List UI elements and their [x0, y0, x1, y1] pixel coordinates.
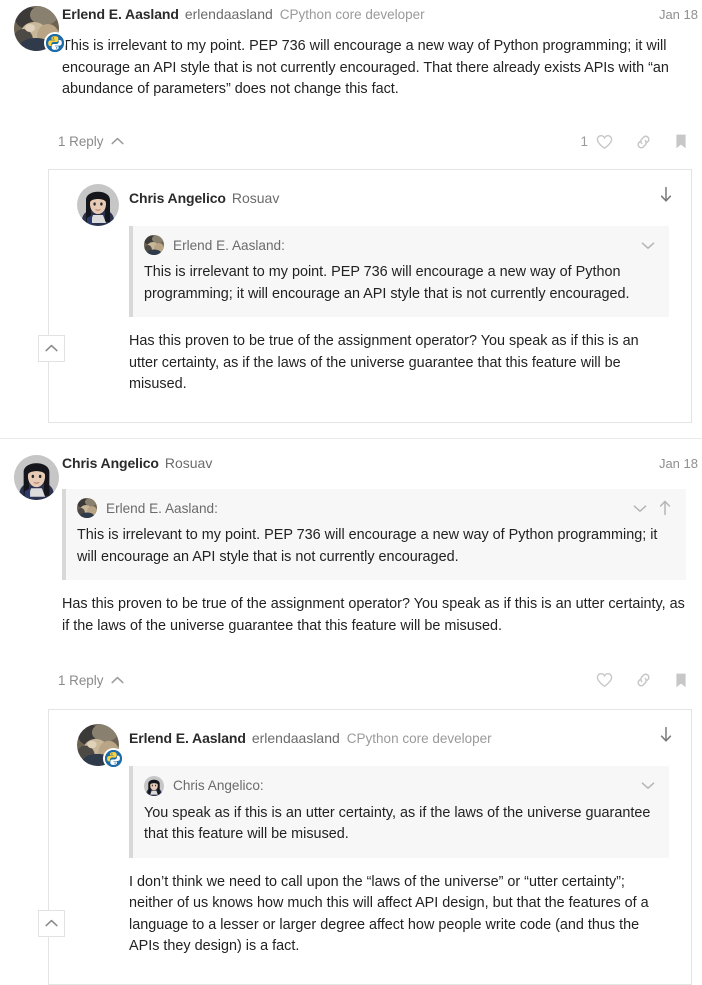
chevron-up-icon — [111, 676, 124, 685]
post-header-row: Chris Angelico Rosuav Jan 18 — [0, 455, 702, 638]
reply-count-toggle[interactable]: 1 Reply — [58, 134, 124, 149]
heart-icon — [596, 672, 613, 688]
avatar-chris-angelico[interactable] — [14, 455, 59, 500]
chevron-up-icon — [45, 344, 58, 353]
reply-count-label: 1 Reply — [58, 134, 103, 149]
quote-author: Erlend E. Aasland: — [106, 498, 218, 520]
post-date[interactable]: Jan 18 — [659, 7, 698, 22]
embedded-reply-wrap: Erlend E. Aasland erlendaasland CPython … — [0, 709, 702, 985]
author-name[interactable]: Erlend E. Aasland — [129, 730, 246, 746]
post-paragraph: Has this proven to be true of the assign… — [62, 594, 686, 637]
post: Chris Angelico Rosuav Jan 18 — [0, 439, 702, 985]
post-actions: 1 Reply 1 — [0, 127, 702, 157]
embedded-author-row: Erlend E. Aasland erlendaasland CPython … — [49, 726, 691, 748]
quote-block: Chris Angelico: You speak as if this is … — [129, 766, 669, 858]
author-name[interactable]: Erlend E. Aasland — [62, 6, 179, 22]
author-username[interactable]: erlendaasland — [185, 6, 273, 22]
author-name[interactable]: Chris Angelico — [129, 190, 226, 206]
chevron-up-icon — [45, 919, 58, 928]
quote-text: This is irrelevant to my point. PEP 736 … — [133, 260, 669, 317]
embedded-reply-panel: Erlend E. Aasland erlendaasland CPython … — [48, 709, 692, 985]
quote-text: This is irrelevant to my point. PEP 736 … — [66, 523, 686, 580]
post-body: This is irrelevant to my point. PEP 736 … — [0, 28, 702, 101]
heart-icon — [596, 134, 613, 150]
post-date[interactable]: Jan 18 — [659, 456, 698, 471]
embedded-reply-wrap: Chris Angelico Rosuav — [0, 169, 702, 423]
post: Erlend E. Aasland erlendaasland CPython … — [0, 0, 702, 423]
post-author-row: Erlend E. Aasland erlendaasland CPython … — [0, 6, 702, 28]
arrow-down-icon[interactable] — [659, 726, 673, 743]
author-title: CPython core developer — [347, 731, 492, 746]
quote-block: Erlend E. Aasland: This is irrelevant to… — [129, 226, 669, 318]
author-title: CPython core developer — [280, 7, 425, 22]
link-button[interactable] — [635, 134, 652, 150]
link-button[interactable] — [635, 672, 652, 688]
quote-controls — [641, 241, 659, 250]
author-username[interactable]: erlendaasland — [252, 730, 340, 746]
bookmark-icon — [674, 672, 688, 689]
embedded-author-row: Chris Angelico Rosuav — [49, 186, 691, 208]
collapse-reply-button[interactable] — [38, 335, 65, 362]
author-username[interactable]: Rosuav — [165, 455, 212, 471]
quote-author: Chris Angelico: — [173, 775, 264, 797]
embedded-reply-panel: Chris Angelico Rosuav — [48, 169, 692, 423]
like-count: 1 — [581, 134, 588, 149]
arrow-down-icon[interactable] — [659, 186, 673, 203]
arrow-up-icon[interactable] — [658, 500, 672, 516]
post-action-icons — [588, 672, 688, 689]
author-name[interactable]: Chris Angelico — [62, 455, 159, 471]
like-button[interactable]: 1 — [581, 134, 613, 150]
quote-block: Erlend E. Aasland: This is irrelevant to… — [62, 489, 686, 581]
quote-controls — [641, 781, 659, 790]
bookmark-icon — [674, 133, 688, 150]
python-logo-badge — [44, 32, 66, 54]
avatar-chris-angelico[interactable] — [144, 776, 164, 796]
chevron-down-icon[interactable] — [641, 781, 655, 790]
chevron-down-icon[interactable] — [641, 241, 655, 250]
chevron-down-icon[interactable] — [633, 504, 647, 513]
avatar-erlend-aasland[interactable] — [144, 235, 164, 255]
quote-text: You speak as if this is an utter certain… — [133, 801, 669, 858]
python-logo-badge — [103, 748, 124, 769]
quote-header: Erlend E. Aasland: — [66, 489, 686, 524]
bookmark-button[interactable] — [674, 133, 688, 150]
post-action-icons: 1 — [581, 133, 688, 150]
avatar-chris-angelico[interactable] — [77, 184, 119, 226]
reply-count-toggle[interactable]: 1 Reply — [58, 673, 124, 688]
quote-controls — [633, 500, 676, 516]
link-icon — [635, 134, 652, 150]
bookmark-button[interactable] — [674, 672, 688, 689]
link-icon — [635, 672, 652, 688]
post-header-row: Erlend E. Aasland erlendaasland CPython … — [0, 6, 702, 101]
quote-header: Chris Angelico: — [133, 766, 669, 801]
quote-header: Erlend E. Aasland: — [133, 226, 669, 261]
post-body: Erlend E. Aasland: This is irrelevant to… — [0, 477, 702, 638]
chevron-up-icon — [111, 137, 124, 146]
post-author-row: Chris Angelico Rosuav Jan 18 — [0, 455, 702, 477]
embedded-paragraph: Has this proven to be true of the assign… — [129, 331, 669, 396]
embedded-body: Erlend E. Aasland: This is irrelevant to… — [49, 208, 691, 396]
embedded-body: Chris Angelico: You speak as if this is … — [49, 748, 691, 958]
quote-author: Erlend E. Aasland: — [173, 235, 285, 257]
embedded-paragraph: I don’t think we need to call upon the “… — [129, 872, 669, 958]
like-button[interactable] — [588, 672, 613, 688]
reply-count-label: 1 Reply — [58, 673, 103, 688]
collapse-reply-button[interactable] — [38, 910, 65, 937]
author-username[interactable]: Rosuav — [232, 190, 279, 206]
post-actions: 1 Reply — [0, 665, 702, 695]
post-paragraph: This is irrelevant to my point. PEP 736 … — [62, 36, 686, 101]
avatar-erlend-aasland[interactable] — [77, 498, 97, 518]
